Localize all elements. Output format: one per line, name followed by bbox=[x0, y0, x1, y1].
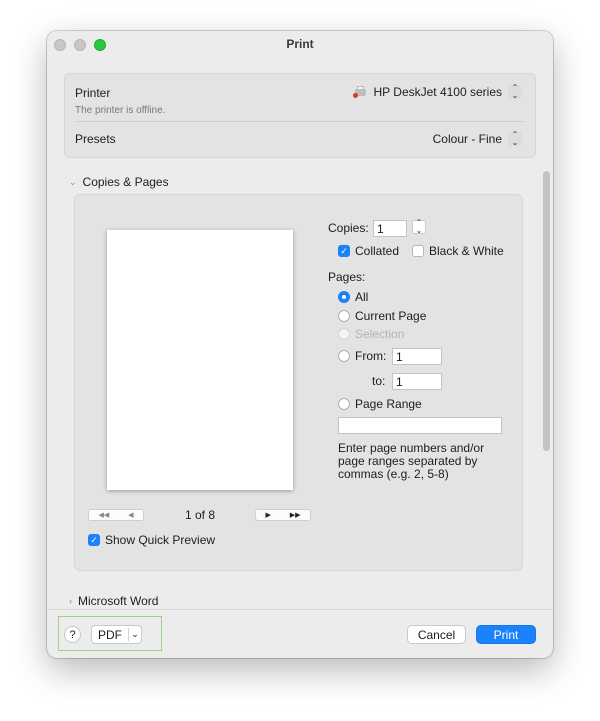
pdf-label: PDF bbox=[98, 627, 122, 642]
selection-radio bbox=[338, 328, 350, 340]
scrollbar[interactable] bbox=[541, 169, 551, 609]
page-range-label: Page Range bbox=[355, 397, 422, 411]
copies-pages-header: Copies & Pages bbox=[82, 175, 169, 189]
printer-label: Printer bbox=[75, 86, 111, 100]
copies-input[interactable] bbox=[373, 220, 407, 237]
from-radio[interactable] bbox=[338, 350, 350, 362]
divider bbox=[76, 121, 524, 122]
print-button[interactable]: Print bbox=[476, 625, 536, 644]
copies-label: Copies: bbox=[328, 221, 369, 235]
pages-all-option[interactable]: All bbox=[338, 290, 368, 304]
printer-offline-icon bbox=[353, 86, 367, 98]
page-indicator: 1 of 8 bbox=[185, 508, 216, 522]
up-down-chevron-icon: ⌃ ⌄ bbox=[508, 84, 522, 100]
first-page-icon: ◀◀ bbox=[98, 512, 110, 519]
print-dialog: Print Printer The printer is offline. HP… bbox=[47, 31, 553, 658]
close-window-button[interactable] bbox=[54, 39, 66, 51]
current-page-option[interactable]: Current Page bbox=[338, 309, 426, 323]
title-bar: Print bbox=[47, 31, 553, 57]
microsoft-word-header: Microsoft Word bbox=[78, 594, 159, 608]
copies-stepper[interactable]: ⌃ ⌄ bbox=[412, 219, 426, 235]
copies-pages-panel: ◀◀ ◀ 1 of 8 ▶ ▶▶ ✓ Show Quick Preview Co… bbox=[74, 194, 523, 571]
bottom-bar: ? PDF ⌄ Cancel Print bbox=[47, 609, 553, 658]
pages-all-label: All bbox=[355, 290, 369, 304]
chevron-right-icon: › bbox=[69, 596, 72, 606]
collated[interactable]: ✓ Collated bbox=[338, 244, 399, 258]
presets-value: Colour - Fine bbox=[432, 132, 502, 146]
printer-panel: Printer The printer is offline. HP DeskJ… bbox=[64, 73, 536, 158]
page-preview bbox=[107, 230, 293, 490]
page-range-option[interactable]: Page Range bbox=[338, 397, 422, 411]
printer-select[interactable]: HP DeskJet 4100 series ⌃ ⌄ bbox=[353, 84, 522, 100]
collated-checkbox[interactable]: ✓ bbox=[338, 245, 350, 257]
black-white-checkbox[interactable] bbox=[412, 245, 424, 257]
pages-label: Pages: bbox=[328, 270, 366, 284]
chevron-down-icon: ⌄ bbox=[131, 629, 139, 639]
show-quick-preview[interactable]: ✓ Show Quick Preview bbox=[88, 533, 215, 547]
printer-status: The printer is offline. bbox=[75, 105, 166, 116]
black-white[interactable]: Black & White bbox=[412, 244, 504, 258]
collated-label: Collated bbox=[355, 244, 400, 258]
selection-label: Selection bbox=[355, 327, 405, 341]
last-page-icon: ▶▶ bbox=[289, 512, 301, 519]
window-title: Print bbox=[286, 37, 314, 51]
page-range-radio[interactable] bbox=[338, 398, 350, 410]
from-input[interactable] bbox=[392, 348, 442, 365]
minimize-window-button[interactable] bbox=[74, 39, 86, 51]
cancel-button[interactable]: Cancel bbox=[407, 625, 466, 644]
show-quick-preview-checkbox[interactable]: ✓ bbox=[88, 534, 100, 546]
page-range-help: Enter page numbers and/or page ranges se… bbox=[338, 441, 485, 481]
printer-value: HP DeskJet 4100 series bbox=[373, 85, 502, 99]
settings-scroll-area[interactable]: ⌄ Copies & Pages ◀◀ ◀ 1 of 8 ▶ ▶▶ ✓ Show… bbox=[47, 169, 553, 609]
chevron-down-icon: ⌄ bbox=[69, 176, 77, 187]
first-previous-page-button[interactable]: ◀◀ ◀ bbox=[88, 509, 144, 521]
selection-option: Selection bbox=[338, 327, 404, 341]
to-input[interactable] bbox=[392, 373, 442, 390]
next-last-page-button[interactable]: ▶ ▶▶ bbox=[255, 509, 311, 521]
from-option[interactable]: From: bbox=[338, 349, 386, 363]
to-label: to: bbox=[372, 374, 386, 388]
presets-label: Presets bbox=[75, 132, 116, 146]
copies-pages-disclosure[interactable]: ⌄ Copies & Pages bbox=[69, 175, 169, 189]
page-range-input[interactable] bbox=[338, 417, 502, 434]
pages-all-radio[interactable] bbox=[338, 291, 350, 303]
presets-select[interactable]: Colour - Fine ⌃ ⌄ bbox=[432, 131, 522, 147]
current-page-radio[interactable] bbox=[338, 310, 350, 322]
next-page-icon: ▶ bbox=[265, 512, 271, 519]
current-page-label: Current Page bbox=[355, 309, 427, 323]
scrollbar-thumb[interactable] bbox=[543, 171, 550, 451]
up-down-chevron-icon: ⌃ ⌄ bbox=[508, 131, 522, 147]
show-quick-preview-label: Show Quick Preview bbox=[105, 533, 216, 547]
black-white-label: Black & White bbox=[429, 244, 504, 258]
zoom-window-button[interactable] bbox=[94, 39, 106, 51]
microsoft-word-disclosure[interactable]: › Microsoft Word bbox=[69, 594, 158, 608]
from-label: From: bbox=[355, 349, 387, 363]
pdf-menu-button[interactable]: PDF ⌄ bbox=[91, 625, 142, 644]
previous-page-icon: ◀ bbox=[128, 512, 134, 519]
help-button[interactable]: ? bbox=[64, 626, 81, 643]
